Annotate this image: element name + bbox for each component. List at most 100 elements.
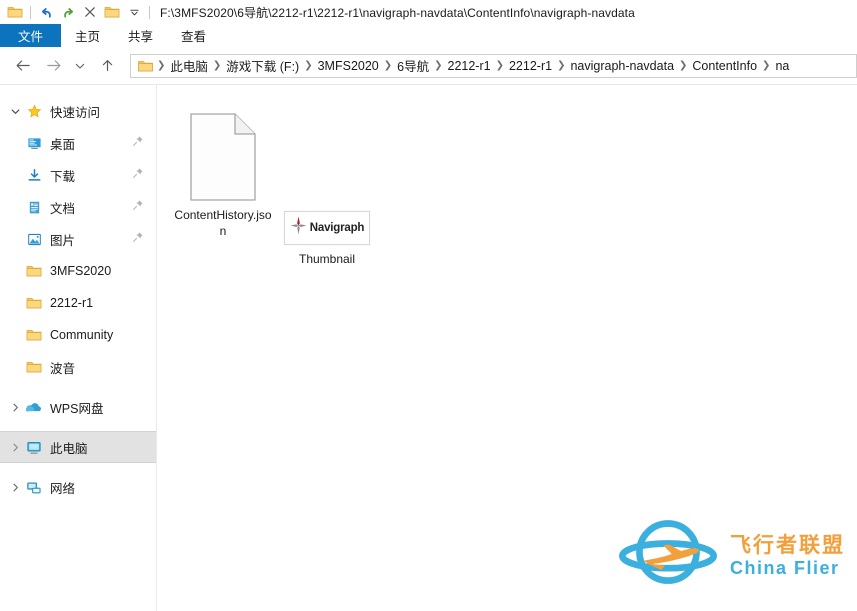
navigraph-logo-card: Navigraph: [284, 211, 370, 245]
navigation-bar: ❯ 此电脑 ❯ 游戏下载 (F:) ❯ 3MFS2020 ❯ 6导航 ❯ 221…: [0, 47, 857, 85]
recent-locations-chevron-icon[interactable]: [68, 51, 92, 81]
file-item-thumbnail[interactable]: Navigraph Thumbnail: [275, 145, 379, 267]
sidebar-item-2212-r1[interactable]: 2212-r1: [0, 287, 156, 319]
new-folder-icon[interactable]: [101, 1, 123, 23]
tab-file[interactable]: 文件: [0, 24, 62, 47]
undo-icon[interactable]: [35, 1, 57, 23]
sidebar-item-label: WPS网盘: [50, 401, 104, 416]
breadcrumb-item-2212-r1-inner[interactable]: 2212-r1: [505, 59, 556, 73]
navigraph-wordmark: Navigraph: [309, 222, 365, 234]
breadcrumb-separator[interactable]: ❯: [495, 60, 505, 71]
folder-icon: [24, 296, 44, 310]
forward-icon[interactable]: [38, 51, 68, 81]
sidebar-item-downloads[interactable]: 下载: [0, 159, 156, 191]
folder-icon: [24, 264, 44, 278]
quick-access-toolbar: [4, 1, 154, 23]
sidebar-item-wps-cloud[interactable]: WPS网盘: [0, 391, 156, 423]
toolbar-divider-2: [149, 5, 150, 19]
pin-icon[interactable]: [132, 230, 144, 248]
watermark-text: 飞行者联盟 China Flier: [730, 535, 845, 577]
sidebar-item-label: 波音: [50, 361, 76, 376]
explorer-body: 快速访问 桌面 下载 文档 图片 3MFS2020 2212-r1 Commun…: [0, 85, 857, 611]
sidebar-item-label: 文档: [50, 201, 76, 216]
file-items-container: ContentHistory.json Navigraph Thumbnail: [171, 101, 379, 267]
back-icon[interactable]: [8, 51, 38, 81]
breadcrumb-item-truncated[interactable]: na: [771, 59, 793, 73]
sidebar-item-label: 图片: [50, 233, 76, 248]
network-icon: [24, 480, 44, 495]
breadcrumb-item-3mfs2020[interactable]: 3MFS2020: [314, 59, 383, 73]
computer-icon: [24, 440, 44, 455]
breadcrumb-separator[interactable]: ❯: [678, 60, 688, 71]
file-list-view[interactable]: ContentHistory.json Navigraph Thumbnail …: [157, 85, 857, 611]
china-flier-watermark: 飞行者联盟 China Flier: [614, 514, 845, 597]
sidebar-item-network[interactable]: 网络: [0, 471, 156, 503]
pin-icon[interactable]: [132, 134, 144, 152]
breadcrumb-separator[interactable]: ❯: [156, 60, 166, 71]
file-item-label: Thumbnail: [298, 252, 356, 266]
cloud-icon: [24, 401, 44, 414]
sidebar-item-pictures[interactable]: 图片: [0, 223, 156, 255]
navigraph-thumbnail: Navigraph: [284, 145, 370, 245]
up-one-level-icon[interactable]: [92, 51, 122, 81]
redo-icon[interactable]: [57, 1, 79, 23]
sidebar-item-label: 下载: [50, 169, 76, 184]
delete-icon[interactable]: [79, 1, 101, 23]
json-file-icon: [189, 101, 257, 201]
navigraph-compass-icon: [290, 216, 307, 240]
breadcrumb-item-this-pc[interactable]: 此电脑: [166, 56, 212, 75]
file-item-contenthistory[interactable]: ContentHistory.json: [171, 101, 275, 267]
sidebar-item-community[interactable]: Community: [0, 319, 156, 351]
sidebar-item-label: 网络: [50, 481, 76, 496]
window-title-path: F:\3MFS2020\6导航\2212-r1\2212-r1\navigrap…: [160, 5, 635, 20]
sidebar-item-boeing[interactable]: 波音: [0, 351, 156, 383]
breadcrumb-separator[interactable]: ❯: [303, 60, 313, 71]
breadcrumb-separator[interactable]: ❯: [556, 60, 566, 71]
breadcrumb-item-contentinfo[interactable]: ContentInfo: [688, 59, 761, 73]
sidebar-item-3mfs2020[interactable]: 3MFS2020: [0, 255, 156, 287]
watermark-en-label: China Flier: [730, 557, 840, 578]
pictures-icon: [24, 232, 44, 247]
sidebar-item-label: Community: [50, 328, 114, 342]
folder-icon: [24, 328, 44, 342]
ribbon-tab-bar: 文件 主页 共享 查看: [0, 24, 857, 47]
tab-home[interactable]: 主页: [61, 24, 114, 47]
customize-chevron-icon[interactable]: [123, 1, 145, 23]
breadcrumb-separator[interactable]: ❯: [433, 60, 443, 71]
breadcrumb-separator[interactable]: ❯: [761, 60, 771, 71]
sidebar-item-this-pc[interactable]: 此电脑: [0, 431, 156, 463]
pin-icon[interactable]: [132, 166, 144, 184]
tab-view[interactable]: 查看: [167, 24, 220, 47]
tab-share[interactable]: 共享: [114, 24, 167, 47]
chevron-right-icon[interactable]: [6, 442, 24, 453]
breadcrumb-item-navigation[interactable]: 6导航: [393, 56, 433, 75]
desktop-icon: [24, 136, 44, 151]
sidebar-group-quick-access[interactable]: 快速访问: [0, 95, 156, 127]
watermark-cn-label: 飞行者联盟: [730, 533, 845, 557]
breadcrumb-item-drive-f[interactable]: 游戏下载 (F:): [222, 56, 303, 75]
chevron-right-icon[interactable]: [6, 482, 24, 493]
chevron-down-icon[interactable]: [6, 106, 24, 117]
breadcrumb-item-2212-r1[interactable]: 2212-r1: [444, 59, 495, 73]
breadcrumb-separator[interactable]: ❯: [383, 60, 393, 71]
file-explorer-window: F:\3MFS2020\6导航\2212-r1\2212-r1\navigrap…: [0, 0, 857, 611]
planet-airplane-logo-icon: [614, 514, 722, 597]
downloads-icon: [24, 168, 44, 183]
pin-icon[interactable]: [132, 198, 144, 216]
sidebar-item-label: 2212-r1: [50, 296, 94, 310]
explorer-folder-icon[interactable]: [4, 1, 26, 23]
sidebar-item-label: 3MFS2020: [50, 264, 112, 278]
breadcrumb-separator[interactable]: ❯: [212, 60, 222, 71]
sidebar-item-desktop[interactable]: 桌面: [0, 127, 156, 159]
documents-icon: [24, 200, 44, 215]
sidebar-item-documents[interactable]: 文档: [0, 191, 156, 223]
chevron-right-icon[interactable]: [6, 402, 24, 413]
sidebar-item-label: 桌面: [50, 137, 76, 152]
breadcrumb-item-navigraph-navdata[interactable]: navigraph-navdata: [566, 59, 678, 73]
navigation-pane: 快速访问 桌面 下载 文档 图片 3MFS2020 2212-r1 Commun…: [0, 85, 157, 611]
title-bar: F:\3MFS2020\6导航\2212-r1\2212-r1\navigrap…: [0, 0, 857, 24]
address-bar[interactable]: ❯ 此电脑 ❯ 游戏下载 (F:) ❯ 3MFS2020 ❯ 6导航 ❯ 221…: [130, 53, 857, 78]
